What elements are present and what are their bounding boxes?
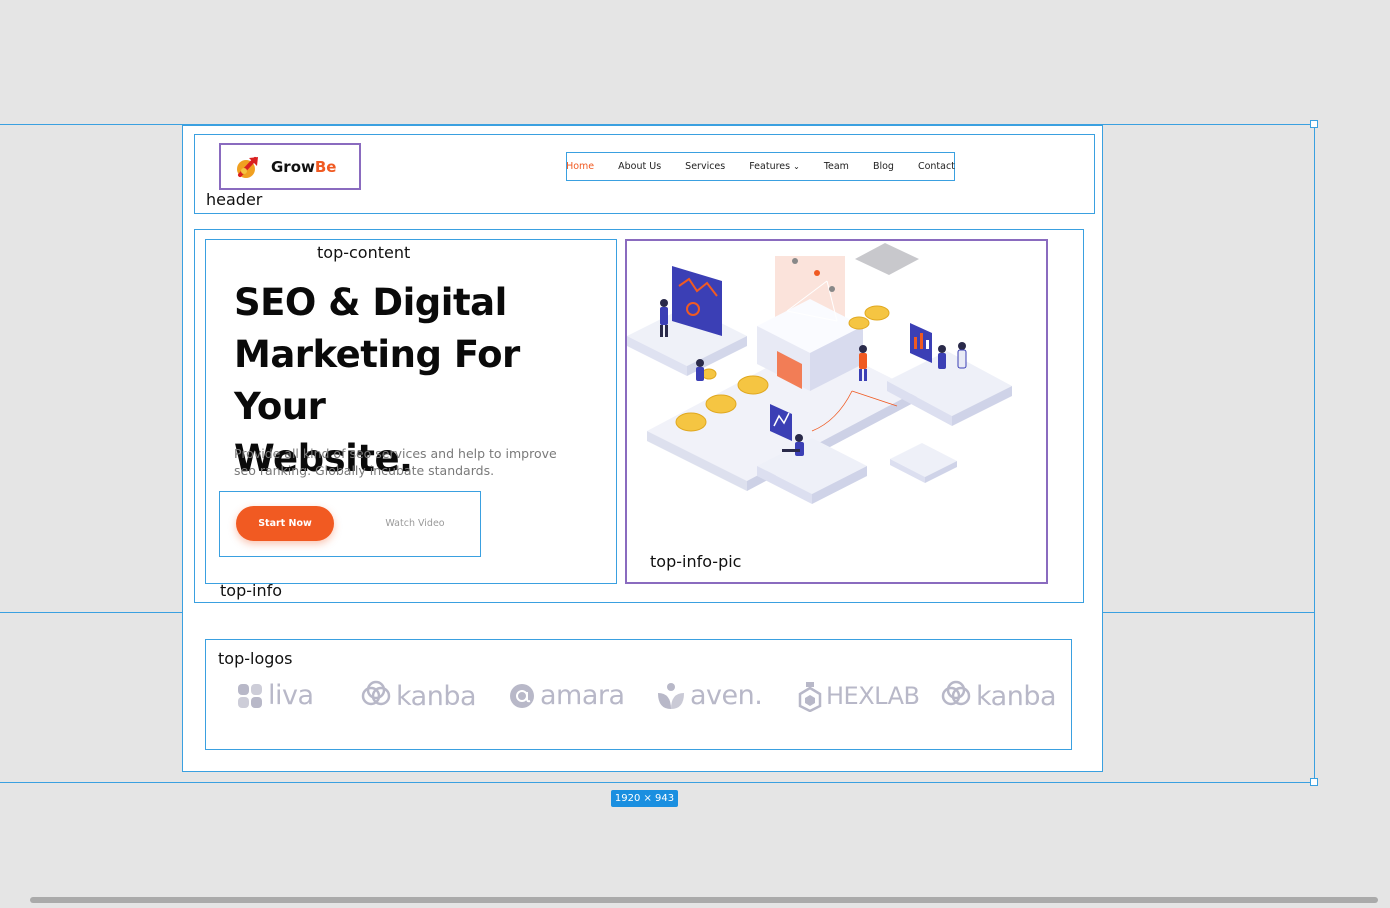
nav-item-blog[interactable]: Blog <box>861 161 906 172</box>
main-navigation: Home About Us Services Features ⌄ Team B… <box>566 152 955 181</box>
brand-logo-aven: aven. <box>656 680 763 711</box>
nav-item-features[interactable]: Features ⌄ <box>737 161 812 172</box>
nav-item-team[interactable]: Team <box>812 161 861 172</box>
brand-name-aven: aven. <box>690 680 763 711</box>
horizontal-scrollbar[interactable] <box>30 897 1378 903</box>
brand-name-hexlab: HEXLAB <box>826 682 920 710</box>
brand-logo-liva: liva <box>236 680 314 711</box>
hexlab-logo-icon <box>798 682 822 712</box>
nav-item-services[interactable]: Services <box>673 161 737 172</box>
kanba-logo-icon <box>361 680 391 706</box>
nav-item-contact[interactable]: Contact <box>906 161 961 172</box>
logo-wordmark: GrowBe <box>271 157 337 176</box>
liva-logo-icon <box>238 683 262 708</box>
frame-size-badge: 1920 × 943 <box>611 790 678 807</box>
brand-logo-hexlab: HEXLAB <box>798 680 920 712</box>
isometric-seo-illustration <box>627 243 1012 504</box>
amara-logo-icon <box>510 683 534 708</box>
hero-title-line-2: Marketing For Your <box>234 333 520 428</box>
nav-item-features-label: Features <box>749 161 791 172</box>
hero-title-line-1: SEO & Digital <box>234 281 507 324</box>
layer-label-top-info: top-info <box>220 581 282 600</box>
hero-description-line-1: Provide all kind of seo services and hel… <box>234 446 557 461</box>
resize-handle-top-right[interactable] <box>1310 120 1318 128</box>
resize-handle-bottom-right[interactable] <box>1310 778 1318 786</box>
nav-item-home[interactable]: Home <box>560 161 606 172</box>
layer-label-top-info-pic: top-info-pic <box>650 552 742 571</box>
brand-name-kanba-1: kanba <box>396 680 477 712</box>
brand-logo-kanba-2: kanba <box>940 680 1057 712</box>
brand-name-liva: liva <box>268 680 314 711</box>
layer-label-top-logos: top-logos <box>218 649 293 668</box>
layer-label-header: header <box>206 190 263 209</box>
brand-name-amara: amara <box>540 680 625 711</box>
site-logo[interactable]: GrowBe <box>219 143 361 190</box>
layer-label-top-content: top-content <box>317 243 411 262</box>
aven-logo-icon <box>658 682 684 709</box>
kanba-logo-icon <box>941 680 971 706</box>
nav-item-about-us[interactable]: About Us <box>606 161 673 172</box>
chevron-down-icon: ⌄ <box>793 162 800 171</box>
watch-video-button[interactable]: Watch Video <box>370 506 460 541</box>
brand-name-kanba-2: kanba <box>976 680 1057 712</box>
start-now-button[interactable]: Start Now <box>236 506 334 541</box>
top-info-pic <box>625 239 1048 584</box>
rocket-logo-icon <box>237 156 258 178</box>
hero-description: Provide all kind of seo services and hel… <box>234 445 604 479</box>
brand-logo-amara: amara <box>508 680 625 711</box>
brand-logo-kanba-1: kanba <box>360 680 477 712</box>
hero-description-line-2: seo ranking. Globally incubate standards… <box>234 463 495 478</box>
